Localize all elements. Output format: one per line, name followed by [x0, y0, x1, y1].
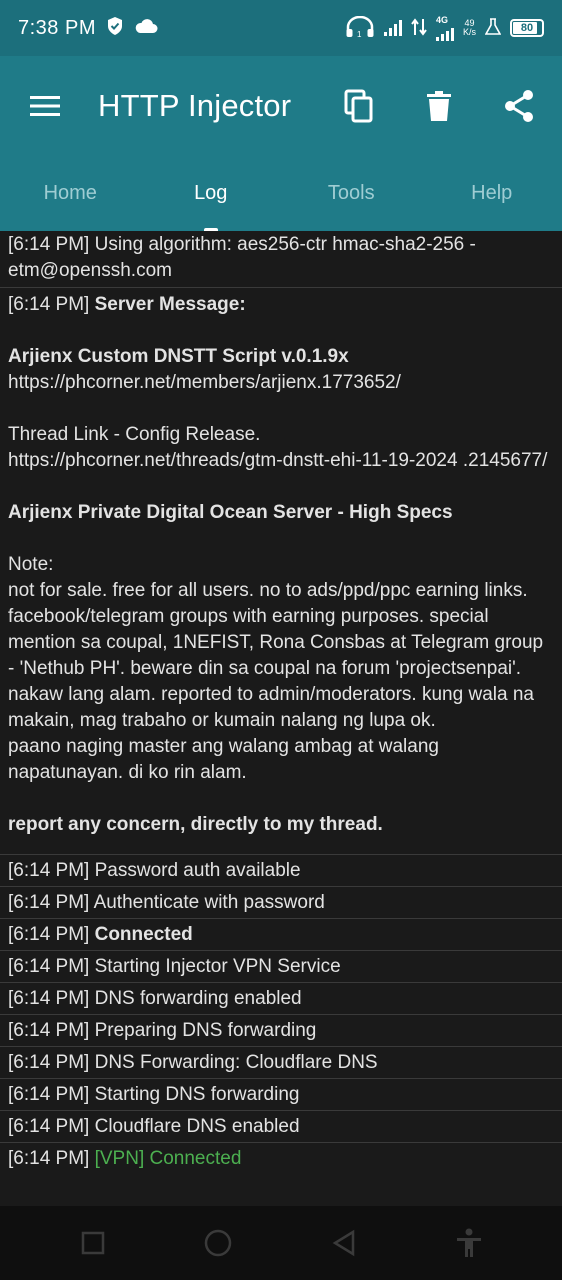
cloud-icon — [134, 18, 158, 39]
log-text: Starting DNS forwarding — [94, 1084, 300, 1105]
log-text: Password auth available — [94, 860, 301, 881]
log-time: [6:14 PM] — [8, 1020, 90, 1041]
server-message-footer: report any concern, directly to my threa… — [8, 814, 383, 835]
server-title: Arjienx Custom DNSTT Script v.0.1.9x — [8, 346, 349, 367]
status-time: 7:38 PM — [18, 16, 96, 39]
log-entry: [6:14 PM] DNS forwarding enabled — [0, 983, 562, 1015]
data-transfer-icon — [411, 17, 427, 39]
log-entry: [6:14 PM] Starting DNS forwarding — [0, 1079, 562, 1111]
circle-home-icon[interactable] — [198, 1223, 238, 1263]
log-time: [6:14 PM] — [8, 892, 90, 913]
headphones-icon: 1 — [345, 15, 375, 41]
tab-tools[interactable]: Tools — [281, 156, 422, 231]
tab-home[interactable]: Home — [0, 156, 141, 231]
thread-link: https://phcorner.net/threads/gtm-dnstt-e… — [8, 450, 548, 471]
log-time: [6:14 PM] — [8, 294, 90, 315]
log-time: [6:14 PM] — [8, 1052, 90, 1073]
tab-bar: Home Log Tools Help — [0, 156, 562, 231]
network-type: 4G — [435, 14, 448, 25]
log-time: [6:14 PM] — [8, 1084, 90, 1105]
signal-icon — [383, 20, 402, 36]
menu-icon[interactable] — [28, 89, 62, 123]
log-entry: [6:14 PM] Password auth available — [0, 855, 562, 887]
log-text: DNS Forwarding: Cloudflare DNS — [94, 1052, 378, 1073]
flask-icon — [484, 17, 502, 39]
log-entry: [6:14 PM] Using algorithm: aes256-ctr hm… — [0, 231, 562, 288]
tab-log[interactable]: Log — [141, 156, 282, 231]
server-spec-title: Arjienx Private Digital Ocean Server - H… — [8, 502, 453, 523]
status-bar: 7:38 PM 1 4G 49 K/s 80 — [0, 0, 562, 56]
log-text: [VPN] Connected — [94, 1148, 242, 1169]
app-bar: HTTP Injector — [0, 56, 562, 156]
log-text: Starting Injector VPN Service — [94, 956, 341, 977]
note-body: not for sale. free for all users. no to … — [8, 580, 544, 731]
profile-link: https://phcorner.net/members/arjienx.177… — [8, 372, 401, 393]
log-entry-vpn-connected: [6:14 PM] [VPN] Connected — [0, 1143, 562, 1175]
system-nav-bar — [0, 1206, 562, 1280]
note-label: Note: — [8, 554, 54, 575]
thread-label: Thread Link - Config Release. — [8, 424, 261, 445]
log-time: [6:14 PM] — [8, 234, 90, 255]
log-time: [6:14 PM] — [8, 924, 90, 945]
trash-icon[interactable] — [422, 89, 456, 123]
log-text: Preparing DNS forwarding — [94, 1020, 317, 1041]
log-text: DNS forwarding enabled — [94, 988, 302, 1009]
log-entry: [6:14 PM] Authenticate with password — [0, 887, 562, 919]
signal-4g-icon — [435, 25, 454, 41]
share-icon[interactable] — [502, 89, 536, 123]
battery-indicator: 80 — [510, 19, 544, 37]
square-recents-icon[interactable] — [73, 1223, 113, 1263]
log-entry: [6:14 PM] Connected — [0, 919, 562, 951]
log-list[interactable]: [6:14 PM] Using algorithm: aes256-ctr hm… — [0, 231, 562, 1206]
log-time: [6:14 PM] — [8, 988, 90, 1009]
server-message-heading: Server Message: — [94, 294, 246, 315]
shield-check-icon — [106, 16, 124, 41]
log-entry: [6:14 PM] DNS Forwarding: Cloudflare DNS — [0, 1047, 562, 1079]
svg-text:1: 1 — [357, 30, 362, 38]
log-time: [6:14 PM] — [8, 860, 90, 881]
log-text: Connected — [94, 924, 193, 945]
log-entry: [6:14 PM] Cloudflare DNS enabled — [0, 1111, 562, 1143]
copy-icon[interactable] — [342, 89, 376, 123]
log-time: [6:14 PM] — [8, 1148, 90, 1169]
note-body-2: paano naging master ang walang ambag at … — [8, 736, 439, 783]
log-time: [6:14 PM] — [8, 956, 90, 977]
log-entry: [6:14 PM] Preparing DNS forwarding — [0, 1015, 562, 1047]
log-text: Authenticate with password — [93, 892, 325, 913]
app-title: HTTP Injector — [98, 88, 292, 123]
tab-help[interactable]: Help — [422, 156, 562, 231]
network-speed: 49 K/s — [462, 18, 476, 37]
log-entry-server-message: [6:14 PM] Server Message: Arjienx Custom… — [0, 288, 562, 855]
accessibility-icon[interactable] — [449, 1223, 489, 1263]
log-text: Cloudflare DNS enabled — [94, 1116, 300, 1137]
triangle-back-icon[interactable] — [324, 1223, 364, 1263]
log-entry: [6:14 PM] Starting Injector VPN Service — [0, 951, 562, 983]
log-time: [6:14 PM] — [8, 1116, 90, 1137]
